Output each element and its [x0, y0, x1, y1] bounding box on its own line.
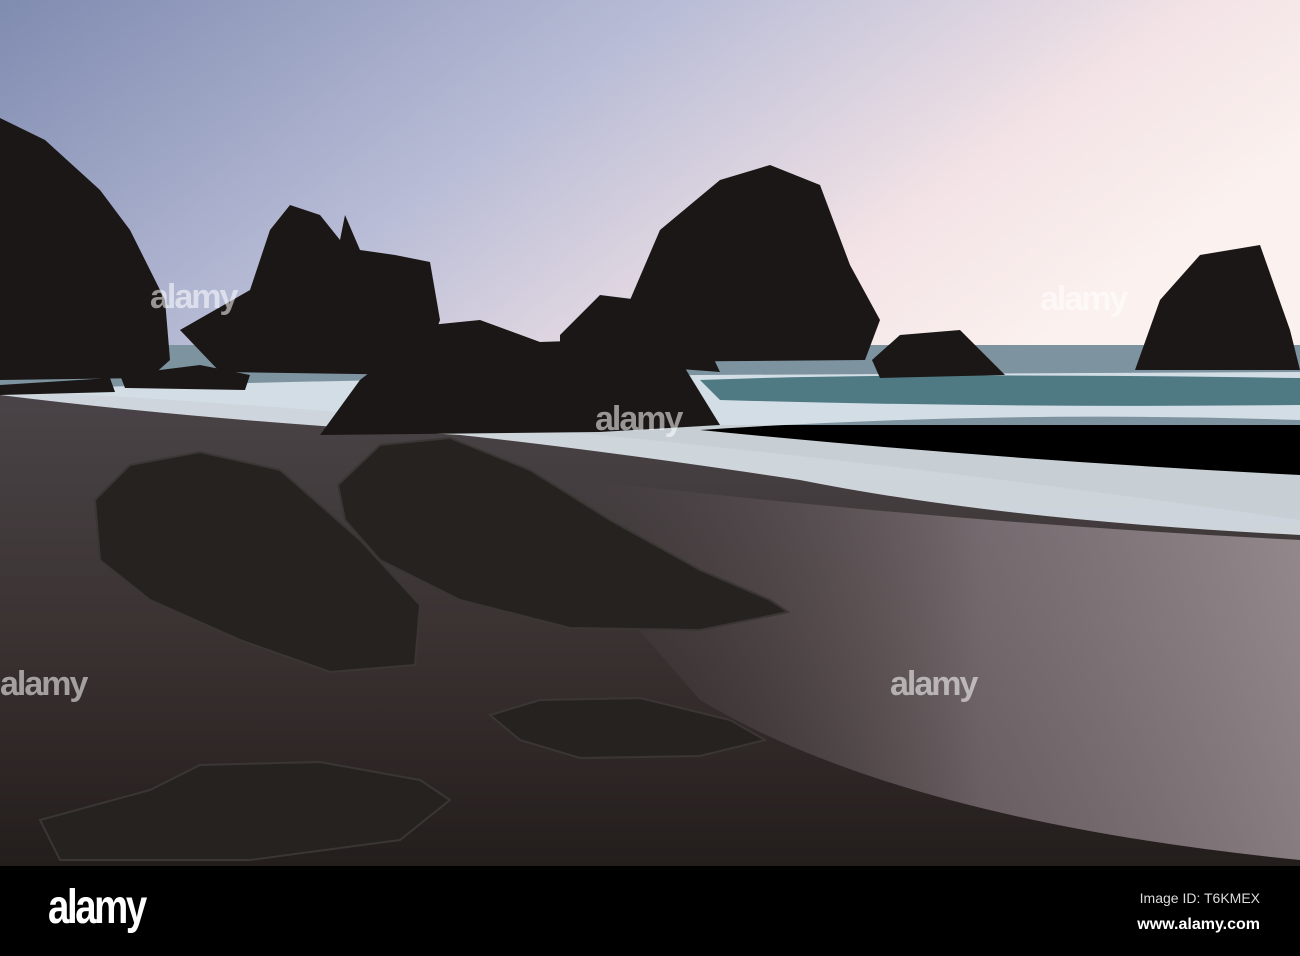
image-id: Image ID: T6KMEX	[1139, 890, 1260, 906]
website-link[interactable]: www.alamy.com	[1137, 916, 1260, 934]
watermark: alamy	[0, 665, 88, 703]
wave-crest	[700, 375, 1300, 406]
watermark: alamy	[595, 400, 683, 438]
watermark: alamy	[150, 278, 238, 316]
alamy-logo: alamy	[48, 881, 147, 934]
watermark: alamy	[890, 665, 978, 703]
footer-bar: alamy Image ID: T6KMEX www.alamy.com	[0, 866, 1300, 956]
watermark: alamy	[1040, 280, 1128, 318]
